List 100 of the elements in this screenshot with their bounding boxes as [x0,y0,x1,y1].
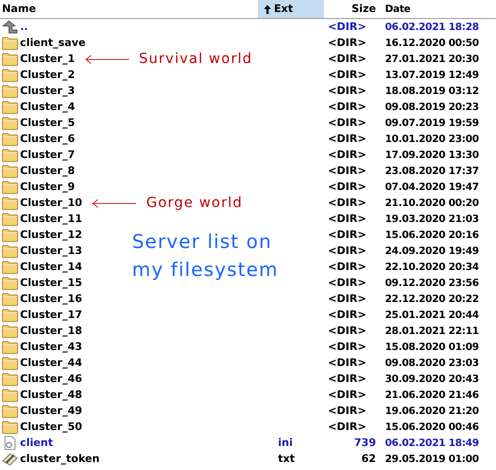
file-date: 10.01.2020 23:00 [385,134,479,144]
file-name[interactable]: Cluster_10 [20,197,82,209]
file-date: 09.12.2020 23:56 [385,278,479,288]
file-size: <DIR> [328,309,366,321]
file-size: <DIR> [328,85,366,97]
file-name[interactable]: client [20,437,54,449]
folder-icon [2,212,18,226]
file-name[interactable]: Cluster_13 [20,245,82,257]
file-size: <DIR> [328,341,366,353]
file-name[interactable]: Cluster_15 [20,277,82,289]
folder-icon [2,404,18,418]
folder-icon [2,52,18,66]
annotation-arrow [84,54,129,64]
file-size: <DIR> [328,277,366,289]
file-date: 06.02.2021 18:28 [385,22,479,32]
folder-icon [2,228,18,242]
file-size: 739 [354,437,376,449]
sort-arrow-icon [264,4,271,14]
file-extension: txt [278,453,295,465]
caption-text: Server list on my filesystem [132,230,280,283]
file-name[interactable]: Cluster_3 [20,85,75,97]
document-pencil-icon [2,452,18,466]
file-name[interactable]: Cluster_11 [20,213,82,225]
file-size: <DIR> [328,69,366,81]
file-name[interactable]: Cluster_49 [20,405,82,417]
file-date: 19.06.2020 21:20 [385,406,479,416]
up-arrow-icon [2,20,18,34]
column-header[interactable]: Date [382,0,496,18]
file-name[interactable]: Cluster_12 [20,229,82,241]
folder-icon [2,36,18,50]
file-name[interactable]: Cluster_18 [20,325,82,337]
file-date: 16.12.2020 00:50 [385,38,479,48]
file-date: 30.09.2020 20:43 [385,374,479,384]
folder-icon [2,308,18,322]
folder-icon [2,244,18,258]
annotation-text: Survival world [138,51,252,67]
file-name[interactable]: Cluster_6 [20,133,75,145]
folder-icon [2,116,18,130]
file-date: 23.08.2020 17:37 [385,166,479,176]
file-name[interactable]: Cluster_43 [20,341,82,353]
file-name[interactable]: Cluster_7 [20,149,75,161]
file-name[interactable]: Cluster_46 [20,373,82,385]
file-name[interactable]: Cluster_50 [20,421,82,433]
file-date: 28.01.2021 22:11 [385,326,479,336]
folder-icon [2,196,18,210]
annotation-arrow [92,198,136,208]
column-header[interactable]: Size [324,0,382,18]
folder-icon [2,388,18,402]
annotation-text: Gorge world [146,195,243,211]
folder-icon [2,164,18,178]
file-size: <DIR> [328,101,366,113]
file-name[interactable]: Cluster_14 [20,261,82,273]
folder-icon [2,356,18,370]
file-size: <DIR> [328,181,366,193]
file-name[interactable]: Cluster_44 [20,357,82,369]
file-name[interactable]: Cluster_1 [20,53,75,65]
file-name[interactable]: cluster_token [20,453,100,465]
file-size: <DIR> [328,53,366,65]
file-date: 09.08.2020 23:03 [385,358,479,368]
file-name[interactable]: Cluster_48 [20,389,82,401]
folder-icon [2,276,18,290]
file-date: 09.08.2019 20:23 [385,102,479,112]
file-size: 62 [361,453,376,465]
file-name[interactable]: Cluster_2 [20,69,75,81]
file-size: <DIR> [328,405,366,417]
file-size: <DIR> [328,197,366,209]
folder-icon [2,180,18,194]
file-name[interactable]: Cluster_17 [20,309,82,321]
file-name[interactable]: Cluster_4 [20,101,75,113]
file-size: <DIR> [328,133,366,145]
file-name[interactable]: Cluster_8 [20,165,75,177]
file-size: <DIR> [328,37,366,49]
file-date: 07.04.2020 19:47 [385,182,479,192]
file-date: 09.07.2019 19:59 [385,118,479,128]
folder-icon [2,340,18,354]
file-name[interactable]: .. [20,21,28,33]
file-size: <DIR> [328,149,366,161]
file-date: 27.01.2021 20:30 [385,54,479,64]
folder-icon [2,84,18,98]
file-size: <DIR> [328,21,366,33]
file-date: 22.12.2020 20:22 [385,294,479,304]
folder-icon [2,324,18,338]
file-size: <DIR> [328,357,366,369]
file-name[interactable]: client_save [20,37,86,49]
file-date: 21.06.2020 21:46 [385,390,479,400]
file-name[interactable]: Cluster_5 [20,117,75,129]
column-header[interactable]: Ext [258,0,324,18]
file-size: <DIR> [328,117,366,129]
file-date: 19.03.2020 21:03 [385,214,479,224]
file-size: <DIR> [328,293,366,305]
folder-icon [2,132,18,146]
folder-icon [2,292,18,306]
file-name[interactable]: Cluster_16 [20,293,82,305]
file-date: 21.10.2020 00:20 [385,198,479,208]
column-header[interactable]: Name [0,0,258,18]
folder-icon [2,260,18,274]
file-size: <DIR> [328,389,366,401]
file-date: 15.08.2020 01:09 [385,342,479,352]
file-name[interactable]: Cluster_9 [20,181,75,193]
file-date: 18.08.2019 03:12 [385,86,479,96]
